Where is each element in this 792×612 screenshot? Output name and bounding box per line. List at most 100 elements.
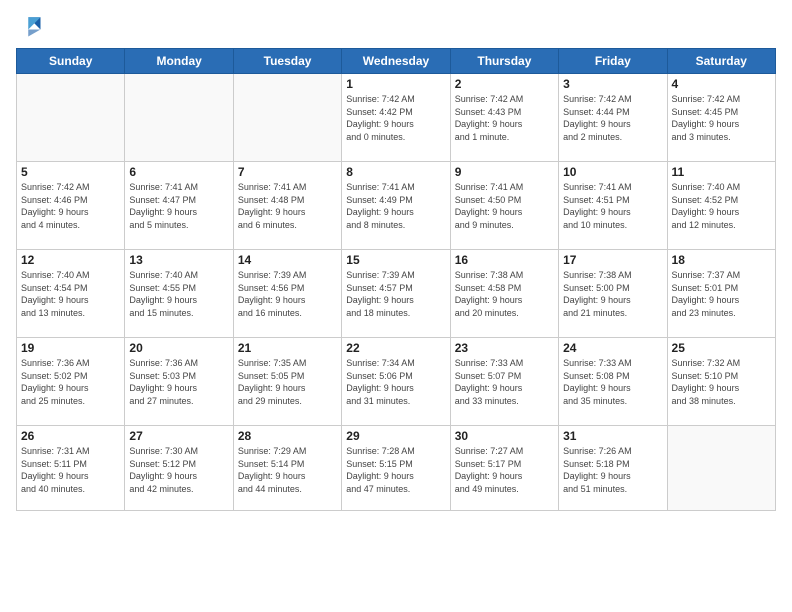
day-number: 20 xyxy=(129,341,228,355)
day-info: Sunrise: 7:31 AMSunset: 5:11 PMDaylight:… xyxy=(21,445,120,495)
day-info: Sunrise: 7:28 AMSunset: 5:15 PMDaylight:… xyxy=(346,445,445,495)
day-info: Sunrise: 7:38 AMSunset: 4:58 PMDaylight:… xyxy=(455,269,554,319)
day-number: 12 xyxy=(21,253,120,267)
day-number: 31 xyxy=(563,429,662,443)
logo-icon xyxy=(16,12,44,40)
day-number: 18 xyxy=(672,253,771,267)
day-number: 4 xyxy=(672,77,771,91)
week-row-1: 1 Sunrise: 7:42 AMSunset: 4:42 PMDaylight… xyxy=(17,74,776,162)
day-number: 28 xyxy=(238,429,337,443)
col-header-wednesday: Wednesday xyxy=(342,49,450,74)
day-number: 24 xyxy=(563,341,662,355)
day-info: Sunrise: 7:27 AMSunset: 5:17 PMDaylight:… xyxy=(455,445,554,495)
day-cell: 15Sunrise: 7:39 AMSunset: 4:57 PMDayligh… xyxy=(342,250,450,338)
day-cell: 13Sunrise: 7:40 AMSunset: 4:55 PMDayligh… xyxy=(125,250,233,338)
day-info: Sunrise: 7:41 AMSunset: 4:50 PMDaylight:… xyxy=(455,181,554,231)
day-info: Sunrise: 7:34 AMSunset: 5:06 PMDaylight:… xyxy=(346,357,445,407)
day-cell: 5Sunrise: 7:42 AMSunset: 4:46 PMDaylight… xyxy=(17,162,125,250)
day-number: 7 xyxy=(238,165,337,179)
week-row-5: 26Sunrise: 7:31 AMSunset: 5:11 PMDayligh… xyxy=(17,426,776,511)
col-header-friday: Friday xyxy=(559,49,667,74)
day-cell: 21 Sunrise: 7:35 AMSunset: 5:05 PMDayligh… xyxy=(233,338,341,426)
day-cell: 18Sunrise: 7:37 AMSunset: 5:01 PMDayligh… xyxy=(667,250,775,338)
day-info: Sunrise: 7:42 AMSunset: 4:45 PMDaylight:… xyxy=(672,93,771,143)
day-cell xyxy=(125,74,233,162)
day-info: Sunrise: 7:42 AMSunset: 4:42 PMDaylight:… xyxy=(346,93,445,143)
day-number: 30 xyxy=(455,429,554,443)
day-cell: 19 Sunrise: 7:36 AMSunset: 5:02 PMDayligh… xyxy=(17,338,125,426)
day-cell: 20 Sunrise: 7:36 AMSunset: 5:03 PMDayligh… xyxy=(125,338,233,426)
day-info: Sunrise: 7:26 AMSunset: 5:18 PMDaylight:… xyxy=(563,445,662,495)
day-info: Sunrise: 7:36 AMSunset: 5:03 PMDaylight:… xyxy=(129,357,228,407)
day-cell: 11 Sunrise: 7:40 AMSunset: 4:52 PMDayligh… xyxy=(667,162,775,250)
day-cell: 6 Sunrise: 7:41 AMSunset: 4:47 PMDaylight… xyxy=(125,162,233,250)
day-number: 25 xyxy=(672,341,771,355)
week-row-2: 5Sunrise: 7:42 AMSunset: 4:46 PMDaylight… xyxy=(17,162,776,250)
day-cell: 3Sunrise: 7:42 AMSunset: 4:44 PMDaylight… xyxy=(559,74,667,162)
day-info: Sunrise: 7:41 AMSunset: 4:47 PMDaylight:… xyxy=(129,181,228,231)
col-header-thursday: Thursday xyxy=(450,49,558,74)
col-header-monday: Monday xyxy=(125,49,233,74)
day-number: 1 xyxy=(346,77,445,91)
week-row-3: 12 Sunrise: 7:40 AMSunset: 4:54 PMDayligh… xyxy=(17,250,776,338)
day-info: Sunrise: 7:33 AMSunset: 5:07 PMDaylight:… xyxy=(455,357,554,407)
day-cell: 30 Sunrise: 7:27 AMSunset: 5:17 PMDayligh… xyxy=(450,426,558,511)
logo xyxy=(16,12,48,40)
day-number: 11 xyxy=(672,165,771,179)
day-cell: 27Sunrise: 7:30 AMSunset: 5:12 PMDayligh… xyxy=(125,426,233,511)
day-info: Sunrise: 7:33 AMSunset: 5:08 PMDaylight:… xyxy=(563,357,662,407)
day-number: 13 xyxy=(129,253,228,267)
day-number: 22 xyxy=(346,341,445,355)
day-cell: 26Sunrise: 7:31 AMSunset: 5:11 PMDayligh… xyxy=(17,426,125,511)
day-info: Sunrise: 7:38 AMSunset: 5:00 PMDaylight:… xyxy=(563,269,662,319)
day-cell: 2 Sunrise: 7:42 AMSunset: 4:43 PMDaylight… xyxy=(450,74,558,162)
day-cell: 8 Sunrise: 7:41 AMSunset: 4:49 PMDaylight… xyxy=(342,162,450,250)
day-cell: 29 Sunrise: 7:28 AMSunset: 5:15 PMDayligh… xyxy=(342,426,450,511)
day-cell xyxy=(667,426,775,511)
day-cell: 4 Sunrise: 7:42 AMSunset: 4:45 PMDaylight… xyxy=(667,74,775,162)
day-number: 21 xyxy=(238,341,337,355)
header-row: SundayMondayTuesdayWednesdayThursdayFrid… xyxy=(17,49,776,74)
day-info: Sunrise: 7:41 AMSunset: 4:49 PMDaylight:… xyxy=(346,181,445,231)
day-info: Sunrise: 7:39 AMSunset: 4:56 PMDaylight:… xyxy=(238,269,337,319)
day-info: Sunrise: 7:32 AMSunset: 5:10 PMDaylight:… xyxy=(672,357,771,407)
day-number: 8 xyxy=(346,165,445,179)
day-cell: 10Sunrise: 7:41 AMSunset: 4:51 PMDayligh… xyxy=(559,162,667,250)
day-cell: 16 Sunrise: 7:38 AMSunset: 4:58 PMDayligh… xyxy=(450,250,558,338)
col-header-saturday: Saturday xyxy=(667,49,775,74)
day-info: Sunrise: 7:41 AMSunset: 4:48 PMDaylight:… xyxy=(238,181,337,231)
page: SundayMondayTuesdayWednesdayThursdayFrid… xyxy=(0,0,792,612)
day-info: Sunrise: 7:36 AMSunset: 5:02 PMDaylight:… xyxy=(21,357,120,407)
day-cell: 24 Sunrise: 7:33 AMSunset: 5:08 PMDayligh… xyxy=(559,338,667,426)
day-number: 16 xyxy=(455,253,554,267)
day-number: 10 xyxy=(563,165,662,179)
header xyxy=(16,12,776,40)
day-info: Sunrise: 7:42 AMSunset: 4:43 PMDaylight:… xyxy=(455,93,554,143)
day-number: 23 xyxy=(455,341,554,355)
day-info: Sunrise: 7:40 AMSunset: 4:54 PMDaylight:… xyxy=(21,269,120,319)
col-header-sunday: Sunday xyxy=(17,49,125,74)
calendar-table: SundayMondayTuesdayWednesdayThursdayFrid… xyxy=(16,48,776,511)
day-info: Sunrise: 7:35 AMSunset: 5:05 PMDaylight:… xyxy=(238,357,337,407)
day-info: Sunrise: 7:30 AMSunset: 5:12 PMDaylight:… xyxy=(129,445,228,495)
day-number: 6 xyxy=(129,165,228,179)
day-number: 17 xyxy=(563,253,662,267)
day-info: Sunrise: 7:29 AMSunset: 5:14 PMDaylight:… xyxy=(238,445,337,495)
day-number: 19 xyxy=(21,341,120,355)
day-number: 5 xyxy=(21,165,120,179)
day-number: 15 xyxy=(346,253,445,267)
day-info: Sunrise: 7:42 AMSunset: 4:44 PMDaylight:… xyxy=(563,93,662,143)
day-number: 2 xyxy=(455,77,554,91)
week-row-4: 19 Sunrise: 7:36 AMSunset: 5:02 PMDayligh… xyxy=(17,338,776,426)
day-info: Sunrise: 7:40 AMSunset: 4:52 PMDaylight:… xyxy=(672,181,771,231)
day-number: 9 xyxy=(455,165,554,179)
day-number: 29 xyxy=(346,429,445,443)
col-header-tuesday: Tuesday xyxy=(233,49,341,74)
day-cell: 31 Sunrise: 7:26 AMSunset: 5:18 PMDayligh… xyxy=(559,426,667,511)
day-cell: 9 Sunrise: 7:41 AMSunset: 4:50 PMDaylight… xyxy=(450,162,558,250)
day-cell xyxy=(17,74,125,162)
day-cell xyxy=(233,74,341,162)
day-cell: 23 Sunrise: 7:33 AMSunset: 5:07 PMDayligh… xyxy=(450,338,558,426)
day-cell: 25 Sunrise: 7:32 AMSunset: 5:10 PMDayligh… xyxy=(667,338,775,426)
day-cell: 7 Sunrise: 7:41 AMSunset: 4:48 PMDaylight… xyxy=(233,162,341,250)
